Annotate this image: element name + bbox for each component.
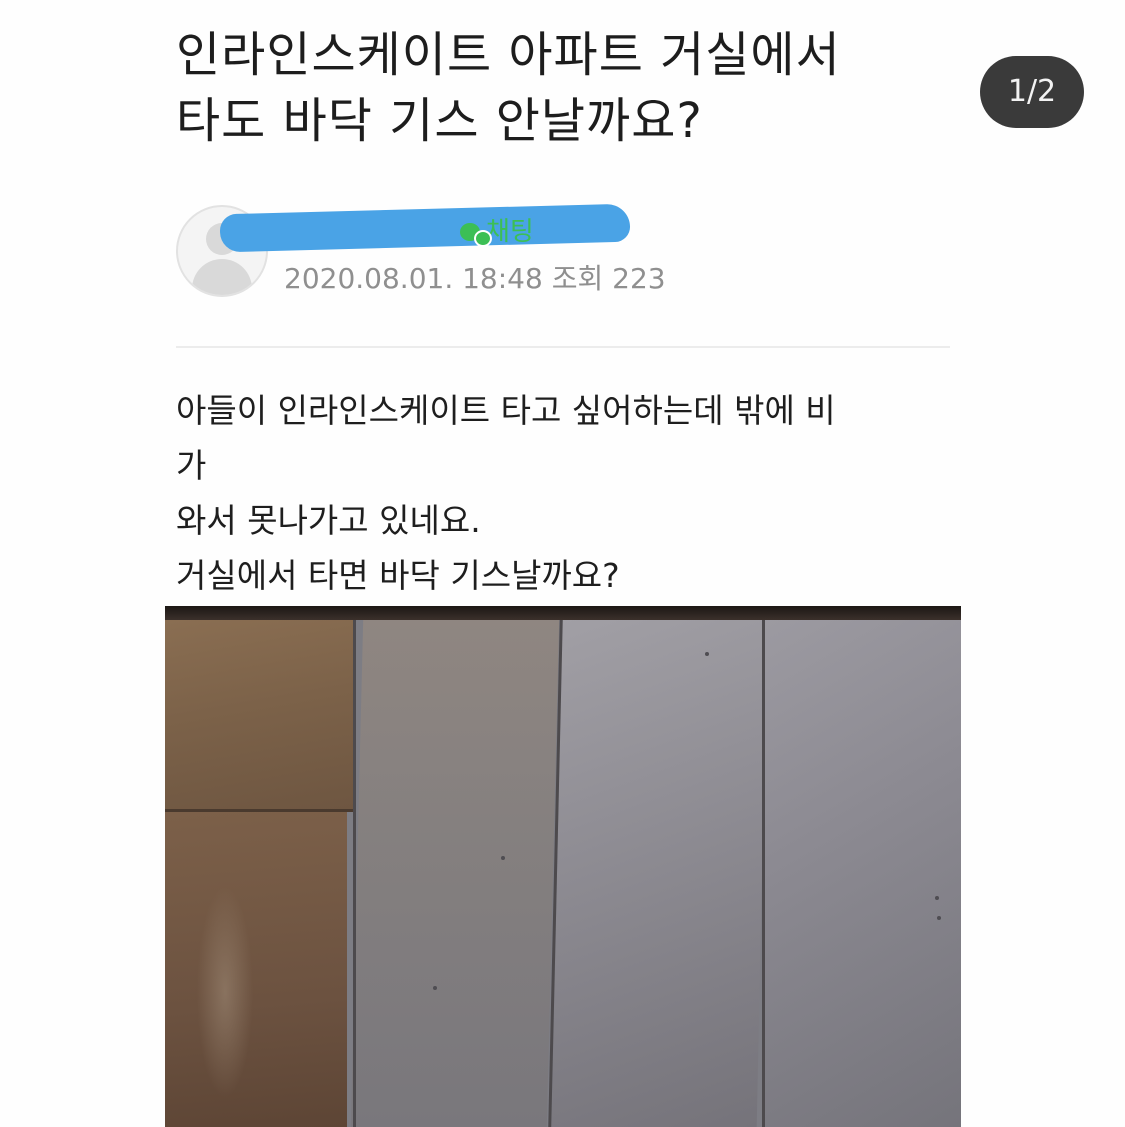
post-body: 아들이 인라인스케이트 타고 싶어하는데 밖에 비 가 와서 못나가고 있네요.…: [176, 383, 956, 603]
post-meta: 2020.08.01. 18:48 조회 223: [284, 257, 666, 297]
chat-button[interactable]: 채팅: [460, 211, 534, 248]
views-count: 223: [612, 262, 666, 295]
floor-photo[interactable]: [165, 606, 961, 1127]
redacted-username: [219, 203, 631, 253]
post-date: 2020.08.01. 18:48: [284, 262, 543, 295]
body-line: 거실에서 타면 바닥 기스날까요?: [176, 556, 620, 595]
chat-bubble-icon: [460, 223, 492, 247]
wood-plank: [165, 812, 347, 1127]
author-section: 채팅 2020.08.01. 18:48 조회 223: [176, 203, 776, 301]
divider: [176, 346, 950, 348]
chat-label: 채팅: [486, 217, 534, 247]
wood-plank: [165, 620, 355, 810]
avatar-body-shape: [192, 259, 252, 295]
plank-seam: [762, 620, 765, 1127]
worn-plank: [350, 620, 560, 1127]
screenshot: 인라인스케이트 아파트 거실에서 타도 바닥 기스 안날까요? 1/2 채팅 2…: [0, 0, 1125, 1127]
body-line: 아들이 인라인스케이트 타고 싶어하는데 밖에 비: [176, 391, 836, 430]
worn-plank: [551, 620, 768, 1127]
plank-seam: [353, 620, 356, 1127]
floor-scratch: [433, 986, 437, 990]
floor-scratch: [937, 916, 941, 920]
floor-scratch: [705, 652, 709, 656]
body-line: 와서 못나가고 있네요.: [176, 501, 481, 540]
floor-scratch: [501, 856, 505, 860]
views-label: 조회: [551, 262, 604, 295]
post-title-line-1: 인라인스케이트 아파트 거실에서: [176, 27, 841, 83]
body-line: 가: [176, 446, 207, 485]
post-title: 인라인스케이트 아파트 거실에서 타도 바닥 기스 안날까요?: [176, 22, 936, 154]
page-counter-badge: 1/2: [980, 56, 1084, 128]
post-title-line-2: 타도 바닥 기스 안날까요?: [176, 93, 703, 149]
photo-wall-edge: [165, 606, 961, 620]
plank-seam: [165, 809, 355, 812]
worn-plank: [765, 620, 961, 1127]
floor-scratch: [935, 896, 939, 900]
